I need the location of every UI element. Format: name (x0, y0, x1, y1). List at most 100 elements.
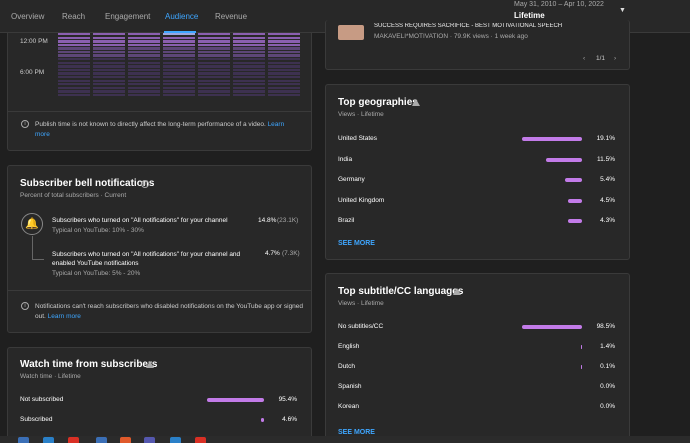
heatmap-cell[interactable] (93, 43, 125, 47)
warning-icon[interactable] (412, 99, 420, 106)
heatmap-cell[interactable] (233, 50, 265, 54)
heatmap-cell[interactable] (268, 47, 300, 50)
heatmap-cell[interactable] (128, 50, 160, 54)
heatmap-cell[interactable] (198, 75, 230, 79)
taskbar-app-icon[interactable] (144, 437, 155, 443)
heatmap-cell[interactable] (198, 86, 230, 90)
heatmap-cell[interactable] (198, 50, 230, 54)
heatmap-cell[interactable] (128, 68, 160, 72)
heatmap-cell[interactable] (93, 33, 125, 36)
heatmap-cell[interactable] (268, 79, 300, 82)
heatmap-cell[interactable] (233, 68, 265, 72)
heatmap-cell[interactable] (198, 68, 230, 72)
see-more-link[interactable]: SEE MORE (338, 240, 375, 247)
heatmap-cell[interactable] (198, 72, 230, 75)
heatmap-cell[interactable] (128, 86, 160, 90)
heatmap-cell[interactable] (163, 72, 195, 75)
taskbar-app-icon[interactable] (18, 437, 29, 443)
taskbar-app-icon[interactable] (96, 437, 107, 443)
heatmap-cell[interactable] (268, 83, 300, 86)
heatmap-cell[interactable] (128, 83, 160, 86)
heatmap-cell[interactable] (163, 40, 195, 43)
heatmap-cell[interactable] (268, 58, 300, 61)
taskbar-app-icon[interactable] (195, 437, 206, 443)
heatmap-cell[interactable] (58, 93, 90, 97)
heatmap-cell[interactable] (198, 33, 230, 36)
heatmap-cell[interactable] (128, 47, 160, 50)
heatmap-cell[interactable] (268, 65, 300, 68)
heatmap-cell[interactable] (163, 33, 195, 36)
heatmap-cell[interactable] (128, 61, 160, 65)
taskbar-app-icon[interactable] (68, 437, 79, 443)
heatmap-cell[interactable] (58, 43, 90, 47)
heatmap-cell[interactable] (268, 50, 300, 54)
heatmap-cell[interactable] (93, 86, 125, 90)
heatmap-cell[interactable] (93, 61, 125, 65)
heatmap-cell[interactable] (93, 58, 125, 61)
heatmap-cell[interactable] (93, 83, 125, 86)
heatmap-cell[interactable] (58, 50, 90, 54)
heatmap-cell[interactable] (233, 36, 265, 39)
heatmap-cell[interactable] (163, 65, 195, 68)
heatmap-cell[interactable] (128, 65, 160, 68)
dropdown-caret-icon[interactable]: ▼ (619, 7, 626, 14)
heatmap-cell[interactable] (58, 58, 90, 61)
heatmap-cell[interactable] (163, 79, 195, 82)
heatmap-cell[interactable] (58, 79, 90, 82)
heatmap-cell[interactable] (268, 36, 300, 39)
heatmap-cell[interactable] (163, 43, 195, 47)
heatmap-cell[interactable] (58, 72, 90, 75)
heatmap-cell[interactable] (128, 79, 160, 82)
heatmap-cell[interactable] (198, 79, 230, 82)
heatmap-cell[interactable] (233, 54, 265, 57)
next-page-icon[interactable]: › (614, 55, 616, 62)
heatmap-cell[interactable] (233, 58, 265, 61)
heatmap-cell[interactable] (58, 61, 90, 65)
taskbar-app-icon[interactable] (43, 437, 54, 443)
warning-icon[interactable] (453, 288, 461, 295)
heatmap-cell[interactable] (198, 40, 230, 43)
heatmap-cell[interactable] (58, 65, 90, 68)
heatmap-cell[interactable] (198, 43, 230, 47)
heatmap-cell[interactable] (128, 90, 160, 93)
heatmap-cell[interactable] (163, 75, 195, 79)
heatmap-cell[interactable] (198, 90, 230, 93)
tab-audience[interactable]: Audience (165, 12, 198, 21)
heatmap-cell[interactable] (233, 79, 265, 82)
heatmap-cell[interactable] (268, 61, 300, 65)
heatmap-cell[interactable] (233, 40, 265, 43)
heatmap-cell[interactable] (93, 90, 125, 93)
heatmap-cell[interactable] (163, 47, 195, 50)
heatmap-cell[interactable] (233, 43, 265, 47)
heatmap-cell[interactable] (93, 93, 125, 97)
heatmap-cell[interactable] (198, 93, 230, 97)
warning-icon[interactable] (146, 361, 154, 368)
taskbar-app-icon[interactable] (120, 437, 131, 443)
date-range-dates[interactable]: May 31, 2010 – Apr 10, 2022 (514, 1, 604, 8)
heatmap-cell[interactable] (58, 33, 90, 36)
heatmap-cell[interactable] (93, 72, 125, 75)
heatmap-cell[interactable] (233, 90, 265, 93)
heatmap-cell[interactable] (198, 65, 230, 68)
heatmap-cell[interactable] (268, 43, 300, 47)
tab-revenue[interactable]: Revenue (215, 12, 247, 21)
video-title[interactable]: SUCCESS REQUIRES SACRIFICE - BEST MOTIVA… (374, 23, 624, 29)
info-icon[interactable]: i (141, 180, 149, 188)
heatmap-cell[interactable] (163, 93, 195, 97)
heatmap-cell[interactable] (128, 40, 160, 43)
heatmap-cell[interactable] (128, 93, 160, 97)
heatmap-cell[interactable] (233, 83, 265, 86)
see-more-link[interactable]: SEE MORE (338, 429, 375, 436)
heatmap-cell[interactable] (233, 33, 265, 36)
heatmap-cell[interactable] (198, 36, 230, 39)
heatmap-cell[interactable] (58, 40, 90, 43)
heatmap-cell[interactable] (233, 86, 265, 90)
heatmap-cell[interactable] (58, 86, 90, 90)
heatmap-cell[interactable] (268, 75, 300, 79)
heatmap-cell[interactable] (233, 61, 265, 65)
heatmap-cell[interactable] (58, 36, 90, 39)
heatmap-cell[interactable] (58, 83, 90, 86)
heatmap-cell[interactable] (93, 47, 125, 50)
heatmap-cell[interactable] (93, 65, 125, 68)
heatmap-cell[interactable] (233, 93, 265, 97)
